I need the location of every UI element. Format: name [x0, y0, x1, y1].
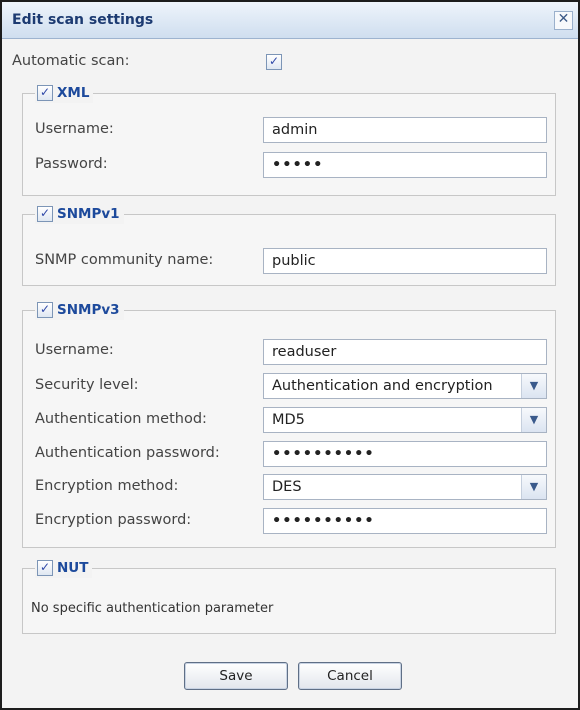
cancel-button[interactable]: Cancel — [298, 662, 402, 690]
snmpv1-checkbox[interactable]: ✓ — [37, 206, 53, 222]
encryption-password-label: Encryption password: — [35, 512, 192, 528]
security-level-select[interactable]: Authentication and encryption ▼ — [263, 373, 547, 399]
chevron-down-icon[interactable]: ▼ — [521, 374, 546, 398]
snmpv3-checkbox[interactable]: ✓ — [37, 302, 53, 318]
xml-password-input[interactable] — [263, 152, 547, 178]
chevron-down-icon[interactable]: ▼ — [521, 408, 546, 432]
security-level-value: Authentication and encryption — [272, 378, 493, 394]
dialog-footer — [2, 650, 578, 708]
encryption-method-select[interactable]: DES ▼ — [263, 474, 547, 500]
xml-legend-title: XML — [57, 85, 90, 101]
dialog-title: Edit scan settings — [12, 12, 154, 28]
xml-checkbox[interactable]: ✓ — [37, 85, 53, 101]
automatic-scan-checkbox[interactable]: ✓ — [266, 54, 282, 70]
snmpv3-username-input[interactable] — [263, 339, 547, 365]
snmp-community-input[interactable] — [263, 248, 547, 274]
security-level-label: Security level: — [35, 377, 139, 393]
snmp-community-label: SNMP community name: — [35, 252, 214, 268]
save-button[interactable]: Save — [184, 662, 288, 690]
nut-legend: ✓ NUT — [35, 558, 93, 578]
close-icon[interactable]: ✕ — [554, 11, 573, 30]
xml-legend: ✓ XML — [35, 83, 94, 103]
snmpv1-legend-title: SNMPv1 — [57, 206, 120, 222]
auth-password-label: Authentication password: — [35, 445, 220, 461]
auth-method-label: Authentication method: — [35, 411, 207, 427]
snmpv3-legend: ✓ SNMPv3 — [35, 300, 124, 320]
nut-group: ✓ NUT No specific authentication paramet… — [22, 558, 556, 634]
automatic-scan-label: Automatic scan: — [12, 53, 130, 69]
nut-legend-title: NUT — [57, 560, 89, 576]
encryption-method-value: DES — [272, 479, 302, 495]
edit-scan-settings-dialog: Edit scan settings ✕ Automatic scan: ✓ ✓… — [0, 0, 580, 710]
encryption-method-label: Encryption method: — [35, 478, 179, 494]
snmpv3-username-label: Username: — [35, 342, 114, 358]
auth-method-value: MD5 — [272, 412, 305, 428]
auth-password-input[interactable] — [263, 441, 547, 467]
snmpv1-group: ✓ SNMPv1 SNMP community name: — [22, 204, 556, 286]
xml-group: ✓ XML Username: Password: — [22, 83, 556, 196]
chevron-down-icon[interactable]: ▼ — [521, 475, 546, 499]
xml-username-input[interactable] — [263, 117, 547, 143]
snmpv1-legend: ✓ SNMPv1 — [35, 204, 124, 224]
snmpv3-legend-title: SNMPv3 — [57, 302, 120, 318]
nut-checkbox[interactable]: ✓ — [37, 560, 53, 576]
snmpv3-group: ✓ SNMPv3 Username: Security level: Authe… — [22, 300, 556, 548]
nut-note: No specific authentication parameter — [31, 601, 274, 616]
dialog-titlebar: Edit scan settings ✕ — [2, 2, 578, 39]
xml-password-label: Password: — [35, 156, 108, 172]
xml-username-label: Username: — [35, 121, 114, 137]
encryption-password-input[interactable] — [263, 508, 547, 534]
auth-method-select[interactable]: MD5 ▼ — [263, 407, 547, 433]
